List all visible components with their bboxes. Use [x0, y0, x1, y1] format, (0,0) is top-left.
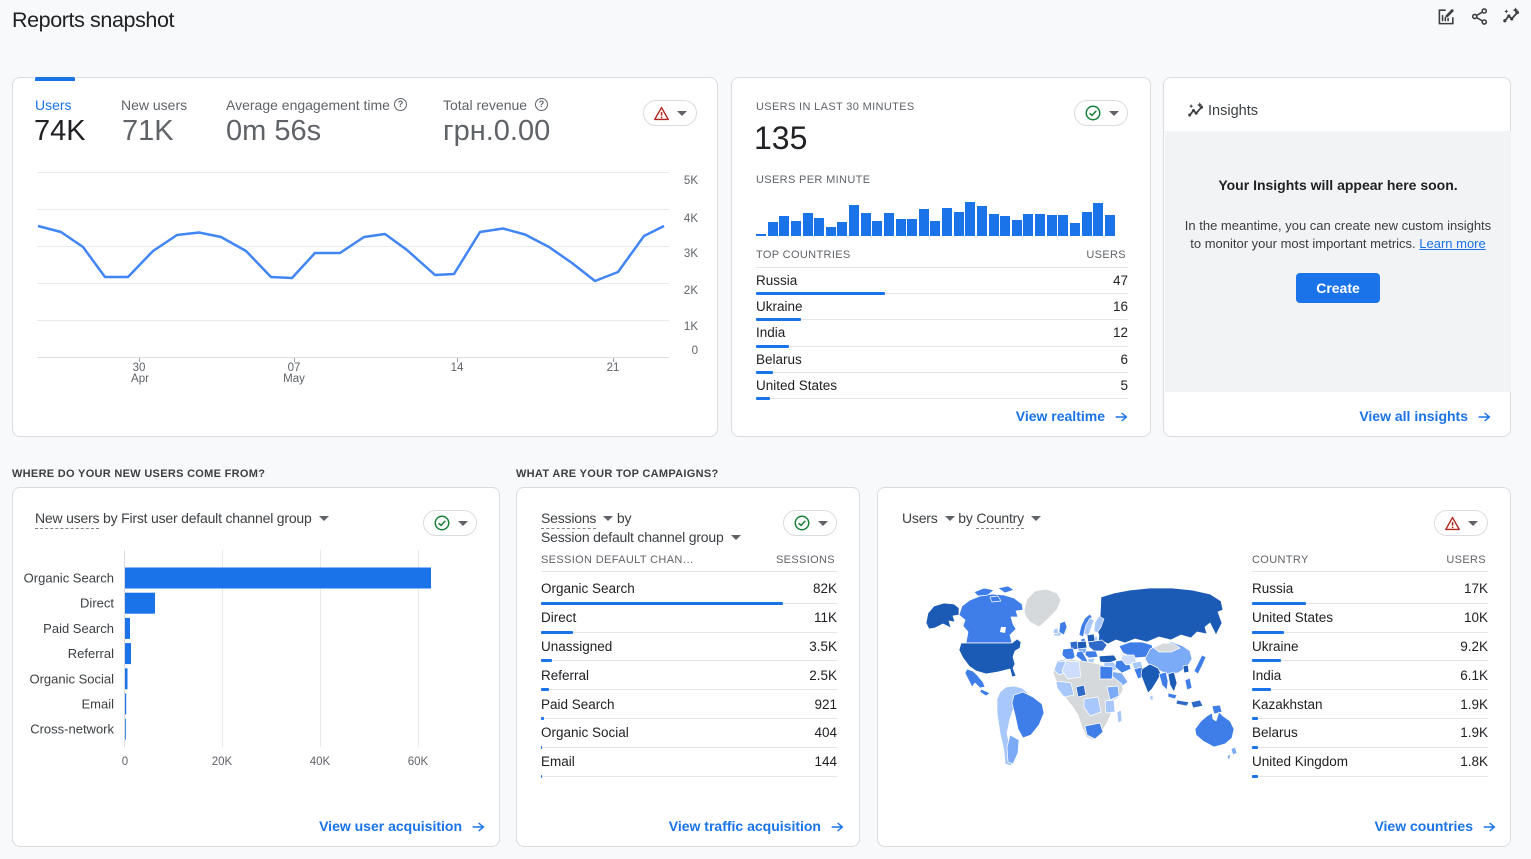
svg-text:3K: 3K — [684, 248, 698, 260]
svg-text:0: 0 — [122, 756, 128, 768]
svg-text:Organic Social: Organic Social — [29, 671, 114, 686]
svg-text:21: 21 — [607, 362, 620, 374]
svg-text:Organic Search: Organic Search — [24, 571, 114, 586]
svg-text:4K: 4K — [684, 213, 698, 225]
svg-text:Cross-network: Cross-network — [30, 722, 114, 737]
svg-text:14: 14 — [451, 362, 464, 374]
svg-text:0: 0 — [692, 345, 698, 357]
svg-text:Paid Search: Paid Search — [43, 621, 114, 636]
svg-text:1K: 1K — [684, 321, 698, 333]
svg-text:60K: 60K — [408, 756, 429, 768]
svg-text:Referral: Referral — [68, 646, 114, 661]
svg-text:Email: Email — [81, 697, 114, 712]
svg-text:5K: 5K — [684, 175, 698, 187]
svg-text:20K: 20K — [212, 756, 233, 768]
svg-text:Direct: Direct — [80, 596, 114, 611]
svg-text:2K: 2K — [684, 285, 698, 297]
svg-text:40K: 40K — [310, 756, 331, 768]
